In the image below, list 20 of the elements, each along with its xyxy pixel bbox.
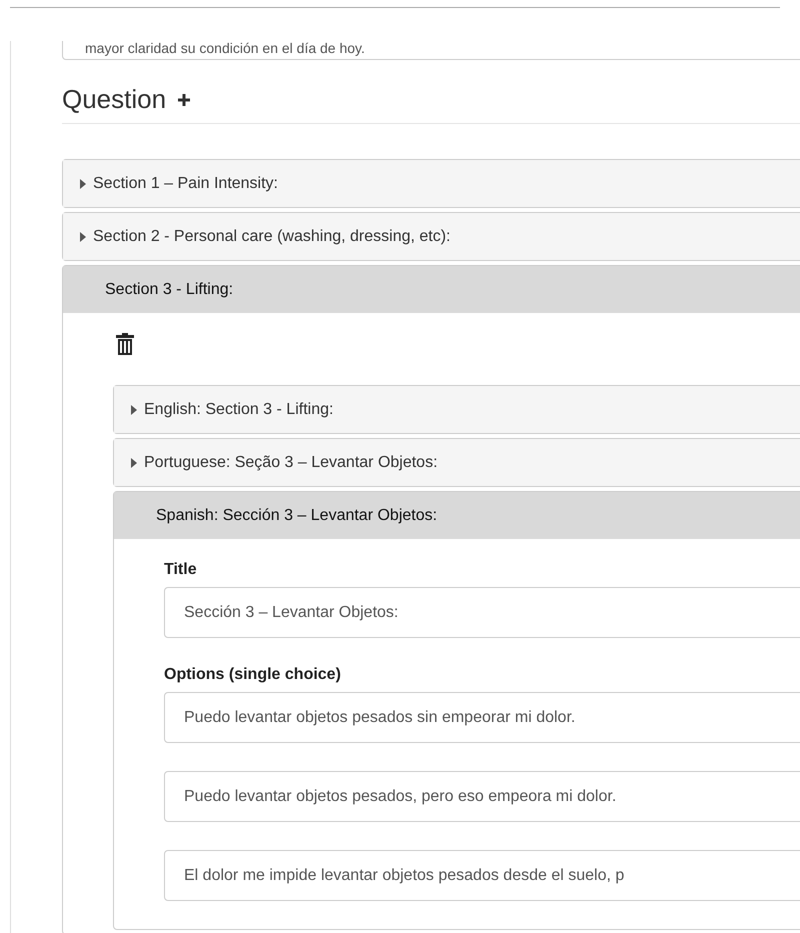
field-label: Title — [164, 561, 197, 579]
field-label: Options (single choice) — [164, 666, 341, 684]
caret-icon — [80, 232, 86, 242]
caret-icon — [80, 178, 86, 188]
accordion-header[interactable]: Spanish: Sección 3 – Levantar Objetos: — [114, 492, 800, 539]
caret-icon — [131, 404, 137, 414]
caret-icon — [131, 458, 137, 468]
accordion-header[interactable]: Section 2 - Personal care (washing, dressing, etc): — [63, 213, 800, 260]
trash-icon[interactable] — [116, 333, 134, 355]
accordion-header[interactable]: Section 3 - Lifting: — [63, 266, 800, 313]
input-field[interactable]: Puedo levantar objetos pesados, pero eso empeora mi dolor. — [164, 771, 800, 822]
accordion-header[interactable]: English: Section 3 - Lifting: — [114, 386, 800, 433]
accordion-header[interactable]: Portuguese: Seção 3 – Levantar Objetos: — [114, 439, 800, 486]
add-icon[interactable] — [178, 94, 190, 106]
input-field[interactable]: Puedo levantar objetos pesados sin empeorar mi dolor. — [164, 692, 800, 743]
input-field[interactable]: El dolor me impide levantar objetos pesados desde el suelo, p — [164, 850, 800, 901]
input-field[interactable]: Sección 3 – Levantar Objetos: — [164, 587, 800, 638]
accordion-header[interactable]: Section 1 – Pain Intensity: — [63, 160, 800, 207]
section-heading: Question — [62, 84, 166, 115]
input-field[interactable]: mayor claridad su condición en el día de hoy. — [62, 41, 800, 60]
